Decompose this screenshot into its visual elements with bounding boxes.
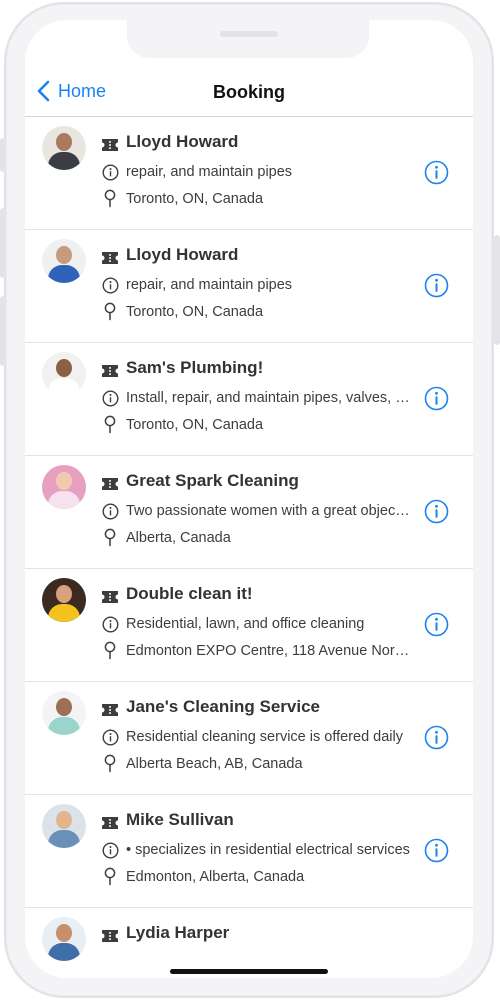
ticket-icon (102, 930, 118, 942)
info-circle-icon (102, 842, 119, 859)
ticket-icon (102, 365, 118, 377)
provider-name: Lloyd Howard (126, 245, 239, 264)
avatar (42, 239, 86, 283)
service-description: Two passionate women with a great object… (126, 503, 410, 519)
service-description: Residential cleaning service is offered … (126, 729, 403, 745)
service-location: Alberta Beach, AB, Canada (126, 756, 303, 772)
info-circle-icon (102, 390, 119, 407)
booking-row-1[interactable]: Lloyd Howard repair, and maintain pipes … (25, 117, 473, 230)
booking-row-6[interactable]: Jane's Cleaning Service Residential clea… (25, 682, 473, 795)
nav-bar: Home Booking (25, 70, 473, 117)
booking-row-7[interactable]: Mike Sullivan • specializes in residenti… (25, 795, 473, 908)
info-circle-icon (102, 277, 119, 294)
provider-name: Double clean it! (126, 584, 253, 603)
ticket-icon (102, 478, 118, 490)
booking-row-8[interactable]: Lydia Harper (25, 908, 473, 978)
provider-name: Jane's Cleaning Service (126, 697, 320, 716)
service-description: Residential, lawn, and office cleaning (126, 616, 365, 632)
booking-row-4[interactable]: Great Spark Cleaning Two passionate wome… (25, 456, 473, 569)
info-circle-icon (102, 729, 119, 746)
phone-volume-up-button (0, 208, 6, 278)
phone-volume-down-button (0, 296, 6, 366)
map-pin-icon (104, 641, 116, 660)
info-button-icon[interactable] (424, 725, 449, 750)
info-button-icon[interactable] (424, 386, 449, 411)
screen: Home Booking Lloyd Howard repair, and ma… (25, 20, 473, 978)
info-circle-icon (102, 503, 119, 520)
provider-name: Lydia Harper (126, 923, 230, 942)
avatar (42, 578, 86, 622)
info-circle-icon (102, 616, 119, 633)
service-location: Alberta, Canada (126, 530, 231, 546)
phone-power-button (494, 235, 500, 345)
booking-row-3[interactable]: Sam's Plumbing! Install, repair, and mai… (25, 343, 473, 456)
provider-name: Mike Sullivan (126, 810, 234, 829)
info-button-icon[interactable] (424, 838, 449, 863)
map-pin-icon (104, 415, 116, 434)
info-button-icon[interactable] (424, 499, 449, 524)
service-location: Toronto, ON, Canada (126, 304, 264, 320)
booking-row-2[interactable]: Lloyd Howard repair, and maintain pipes … (25, 230, 473, 343)
ticket-icon (102, 817, 118, 829)
map-pin-icon (104, 754, 116, 773)
ticket-icon (102, 591, 118, 603)
avatar (42, 691, 86, 735)
booking-row-5[interactable]: Double clean it! Residential, lawn, and … (25, 569, 473, 682)
notch (127, 20, 369, 58)
provider-name: Lloyd Howard (126, 132, 239, 151)
service-description: repair, and maintain pipes (126, 277, 293, 293)
service-location: Edmonton EXPO Centre, 118 Avenue Northwe… (126, 643, 410, 659)
speaker-grille (220, 31, 278, 37)
provider-name: Sam's Plumbing! (126, 358, 264, 377)
info-button-icon[interactable] (424, 160, 449, 185)
map-pin-icon (104, 528, 116, 547)
avatar (42, 917, 86, 961)
avatar (42, 126, 86, 170)
service-description: Install, repair, and maintain pipes, val… (126, 390, 410, 406)
page-title: Booking (213, 82, 285, 102)
service-description: repair, and maintain pipes (126, 164, 293, 180)
map-pin-icon (104, 302, 116, 321)
booking-list: Lloyd Howard repair, and maintain pipes … (25, 117, 473, 978)
info-circle-icon (102, 164, 119, 181)
avatar (42, 804, 86, 848)
map-pin-icon (104, 867, 116, 886)
service-location: Toronto, ON, Canada (126, 417, 264, 433)
provider-name: Great Spark Cleaning (126, 471, 299, 490)
info-button-icon[interactable] (424, 612, 449, 637)
avatar (42, 352, 86, 396)
phone-side-button (0, 138, 6, 172)
service-description: • specializes in residential electrical … (126, 842, 410, 858)
ticket-icon (102, 252, 118, 264)
home-indicator[interactable] (170, 969, 328, 974)
ticket-icon (102, 704, 118, 716)
service-location: Toronto, ON, Canada (126, 191, 264, 207)
map-pin-icon (104, 189, 116, 208)
avatar (42, 465, 86, 509)
service-location: Edmonton, Alberta, Canada (126, 869, 305, 885)
ticket-icon (102, 139, 118, 151)
info-button-icon[interactable] (424, 273, 449, 298)
